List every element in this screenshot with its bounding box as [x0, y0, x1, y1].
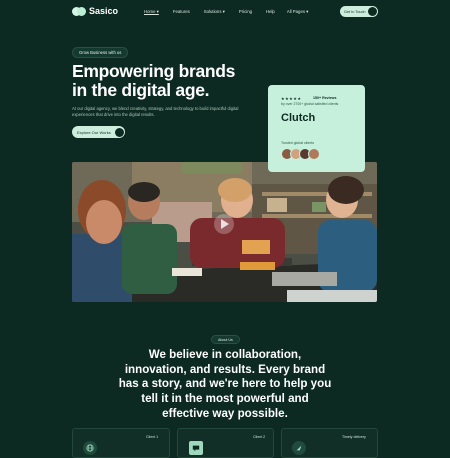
hero-photo: [72, 162, 377, 302]
stat-label: Client 2: [253, 435, 266, 439]
hero-description: At our digital agency, we blend creativi…: [72, 106, 239, 117]
client-avatars: [281, 148, 320, 160]
stat-label: Client 1: [146, 435, 159, 439]
explore-label: Explore Our Works: [77, 129, 111, 135]
stat-label: Timely delivery: [342, 435, 366, 439]
logo-icon: [72, 6, 86, 16]
hero-title-line1: Empowering brands: [72, 61, 236, 81]
globe-icon: [83, 441, 97, 455]
cta-label: Get In Touch: [344, 9, 366, 14]
review-count: 150+ Reviews: [313, 96, 337, 100]
brand-logo[interactable]: Sasico: [72, 6, 118, 16]
hero-title-line2: in the digital age.: [72, 80, 210, 100]
about-statement: We believe in collaboration, innovation,…: [118, 348, 332, 420]
nav-item-features[interactable]: Features: [173, 9, 190, 15]
stat-card: Client 1: [72, 428, 170, 458]
arrow-icon: [368, 7, 377, 16]
rating-subtext: by over 2700+ global satisfied clients: [281, 102, 339, 106]
nav-item-solutions[interactable]: Solutions ▾: [204, 9, 225, 15]
nav-item-home[interactable]: Home ▾: [144, 9, 159, 15]
nav-item-all-pages[interactable]: All Pages ▾: [287, 9, 309, 15]
clutch-logo: Clutch: [281, 112, 316, 124]
chat-icon: [189, 441, 203, 455]
hero-pill: Grow Business with us: [72, 47, 129, 58]
rating-card: ★★★★★ 150+ Reviews by over 2700+ global …: [268, 85, 365, 172]
nav-item-pricing[interactable]: Pricing: [239, 9, 252, 15]
top-nav: Sasico Home ▾ Features Solutions ▾ Prici…: [0, 0, 450, 24]
avatar: [308, 148, 320, 160]
hero-title: Empowering brands in the digital age.: [72, 62, 235, 100]
brand-name: Sasico: [89, 6, 119, 16]
explore-works-button[interactable]: Explore Our Works: [72, 126, 125, 138]
stat-card: Timely delivery: [281, 428, 378, 458]
arrow-icon: [115, 127, 124, 137]
about-pill: About Us: [211, 335, 240, 344]
get-in-touch-button[interactable]: Get In Touch: [340, 6, 378, 17]
nav-item-help[interactable]: Help: [266, 9, 275, 15]
stat-card: Client 2: [177, 428, 274, 458]
trusted-label: Trusted global clients: [281, 141, 314, 145]
rocket-icon: [292, 441, 306, 455]
rating-stars: ★★★★★: [281, 96, 302, 101]
main-menu: Home ▾ Features Solutions ▾ Pricing Help…: [144, 9, 322, 15]
